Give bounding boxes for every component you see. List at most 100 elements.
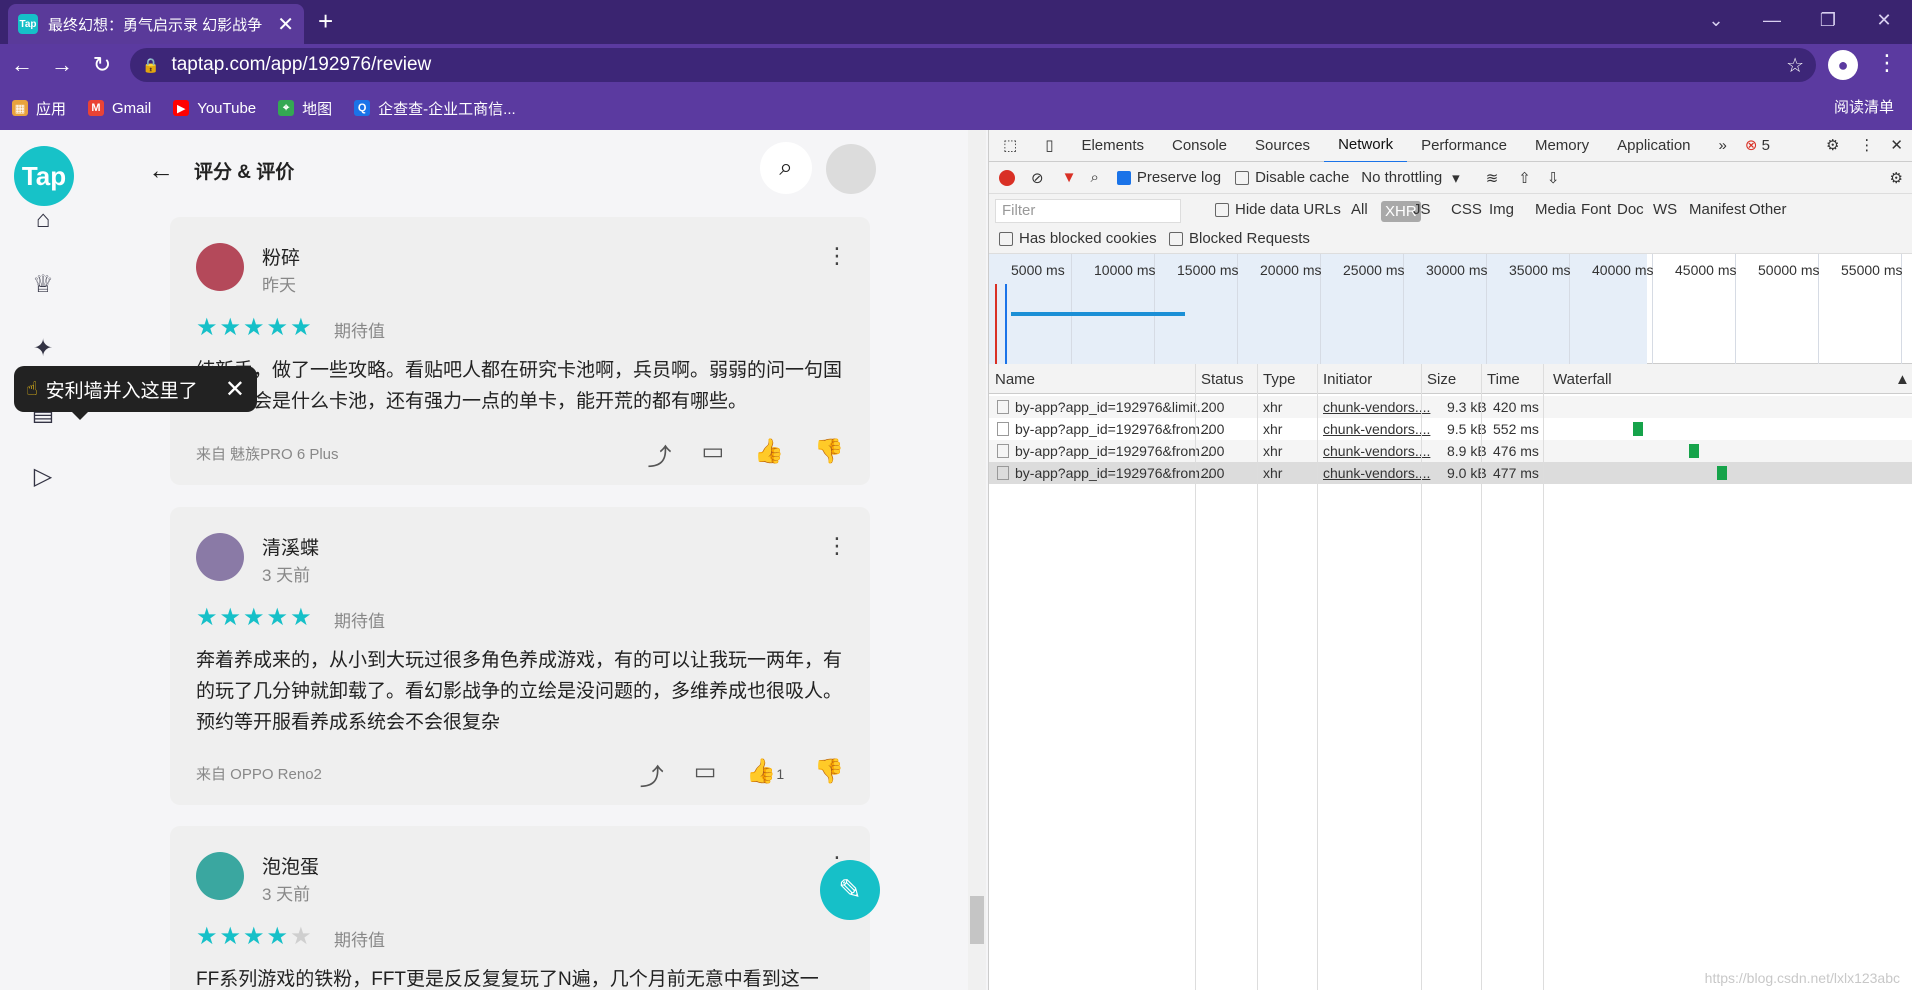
thumbs-down-icon[interactable]: 👎: [814, 757, 844, 792]
review-text[interactable]: 奔着养成来的，从小到大玩过很多角色养成游戏，有的可以让我玩一两年，有的玩了几分钟…: [196, 645, 852, 738]
filter-type-font[interactable]: Font: [1581, 201, 1611, 218]
error-badge[interactable]: ⊗ 5: [1741, 130, 1774, 162]
devtools-tab-application[interactable]: Application: [1603, 130, 1704, 162]
throttling-chevron-icon[interactable]: ▾: [1452, 169, 1460, 187]
taptap-logo[interactable]: Tap: [14, 146, 74, 206]
sort-asc-icon[interactable]: ▲: [1895, 371, 1910, 388]
filter-input[interactable]: Filter: [995, 199, 1181, 223]
request-row[interactable]: by-app?app_id=192976&from... 200 xhr chu…: [989, 418, 1912, 440]
page-scrollbar[interactable]: [968, 130, 986, 990]
request-row[interactable]: by-app?app_id=192976&from... 200 xhr chu…: [989, 440, 1912, 462]
tab-search-icon[interactable]: ⌄: [1688, 0, 1744, 40]
share-icon[interactable]: ⤴: [640, 757, 664, 792]
devtools-close-icon[interactable]: ✕: [1880, 130, 1912, 162]
request-initiator[interactable]: chunk-vendors....: [1323, 421, 1430, 437]
request-row[interactable]: by-app?app_id=192976&limit... 200 xhr ch…: [989, 396, 1912, 418]
request-initiator[interactable]: chunk-vendors....: [1323, 399, 1430, 415]
browser-tab[interactable]: Tap 最终幻想：勇气启示录 幻影战争 ✕: [8, 4, 304, 44]
bookmark-item[interactable]: ▦ 应用: [12, 98, 66, 119]
maximize-button[interactable]: ❐: [1800, 0, 1856, 40]
filter-type-manifest[interactable]: Manifest: [1689, 201, 1746, 218]
forward-icon[interactable]: →: [44, 52, 80, 78]
thumbs-up-icon[interactable]: 👍1: [746, 757, 784, 792]
share-icon[interactable]: ⤴: [648, 437, 672, 472]
devtools-tab-performance[interactable]: Performance: [1407, 130, 1521, 162]
filter-type-all[interactable]: All: [1351, 201, 1368, 218]
blocked-cookies-checkbox[interactable]: [999, 232, 1013, 247]
filter-type-ws[interactable]: WS: [1653, 201, 1677, 218]
filter-type-other[interactable]: Other: [1749, 201, 1787, 218]
inspect-icon[interactable]: ⬚: [989, 130, 1031, 162]
export-har-icon[interactable]: ⇩: [1547, 169, 1560, 187]
record-button[interactable]: [999, 169, 1015, 186]
column-status[interactable]: Status: [1201, 371, 1244, 388]
preserve-log-checkbox[interactable]: [1116, 170, 1131, 185]
column-size[interactable]: Size: [1427, 371, 1456, 388]
reload-icon[interactable]: ↻: [84, 52, 120, 78]
address-bar[interactable]: 🔒 taptap.com/app/192976/review ☆: [130, 48, 1816, 82]
profile-avatar-icon[interactable]: ●: [1828, 50, 1858, 80]
filter-icon[interactable]: ▼: [1062, 169, 1077, 186]
filter-type-doc[interactable]: Doc: [1617, 201, 1644, 218]
reviewer-name[interactable]: 清溪蝶: [262, 533, 319, 560]
devtools-menu-icon[interactable]: ⋮: [1853, 130, 1880, 162]
close-toast-icon[interactable]: ✕: [225, 375, 245, 404]
home-icon[interactable]: ⌂: [26, 206, 60, 240]
rocket-icon[interactable]: ✦: [26, 334, 60, 368]
video-icon[interactable]: ▷: [26, 462, 60, 496]
close-window-button[interactable]: ✕: [1856, 0, 1912, 40]
timeline-overview[interactable]: 5000 ms 10000 ms 15000 ms 20000 ms 25000 ms 3…: [989, 254, 1912, 364]
filter-type-js[interactable]: JS: [1413, 201, 1431, 218]
hide-data-urls-checkbox[interactable]: [1215, 203, 1229, 218]
request-row[interactable]: by-app?app_id=192976&from... 200 xhr chu…: [989, 462, 1912, 484]
bookmark-item[interactable]: M Gmail: [88, 100, 151, 117]
devtools-tab-memory[interactable]: Memory: [1521, 130, 1603, 162]
import-har-icon[interactable]: ⇧: [1518, 169, 1531, 187]
more-options-icon[interactable]: ⋮: [826, 243, 848, 269]
bookmark-star-icon[interactable]: ☆: [1786, 53, 1804, 78]
more-options-icon[interactable]: ⋮: [826, 533, 848, 559]
bookmark-item[interactable]: ⌖ 地图: [278, 98, 332, 119]
request-initiator[interactable]: chunk-vendors....: [1323, 443, 1430, 459]
back-arrow-icon[interactable]: ←: [148, 155, 174, 186]
thumbs-up-icon[interactable]: 👍: [754, 437, 784, 472]
network-conditions-icon[interactable]: ≋: [1486, 169, 1499, 187]
reviewer-name[interactable]: 泡泡蛋: [262, 852, 319, 879]
new-tab-button[interactable]: +: [318, 6, 333, 37]
browser-menu-icon[interactable]: ⋮: [1876, 50, 1898, 76]
review-text[interactable]: FF系列游戏的铁粉，FFT更是反反复复玩了N遍，几个月前无意中看到这一: [196, 964, 852, 990]
request-initiator[interactable]: chunk-vendors....: [1323, 465, 1430, 481]
review-text[interactable]: 纯新手，做了一些攻略。看贴吧人都在研究卡池啊，兵员啊。弱弱的问一句国服开服会是什…: [196, 355, 852, 417]
bookmark-item[interactable]: ▶ YouTube: [173, 100, 256, 117]
devtools-tab-elements[interactable]: Elements: [1067, 130, 1158, 162]
filter-type-css[interactable]: CSS: [1451, 201, 1482, 218]
filter-type-media[interactable]: Media: [1535, 201, 1576, 218]
reviewer-avatar[interactable]: [196, 852, 244, 900]
filter-type-img[interactable]: Img: [1489, 201, 1514, 218]
thumbs-down-icon[interactable]: 👎: [814, 437, 844, 472]
reviewer-avatar[interactable]: [196, 533, 244, 581]
column-waterfall[interactable]: Waterfall: [1553, 371, 1612, 388]
devtools-settings-icon[interactable]: ⚙: [1812, 130, 1853, 162]
bookmark-item[interactable]: Q 企查查-企业工商信...: [354, 98, 516, 119]
trophy-icon[interactable]: ♕: [26, 270, 60, 304]
search-button[interactable]: ⌕: [760, 142, 812, 194]
column-type[interactable]: Type: [1263, 371, 1296, 388]
disable-cache-checkbox[interactable]: [1235, 170, 1250, 185]
device-toolbar-icon[interactable]: ▯: [1031, 130, 1067, 162]
devtools-tab-console[interactable]: Console: [1158, 130, 1241, 162]
comment-icon[interactable]: ▭: [694, 757, 717, 792]
scrollbar-thumb[interactable]: [970, 896, 984, 944]
write-review-button[interactable]: ✎: [820, 860, 880, 920]
user-avatar[interactable]: [826, 144, 876, 194]
clear-icon[interactable]: ⊘: [1031, 169, 1044, 187]
reviewer-name[interactable]: 粉碎: [262, 243, 300, 270]
column-time[interactable]: Time: [1487, 371, 1520, 388]
close-tab-icon[interactable]: ✕: [277, 12, 294, 37]
reviewer-avatar[interactable]: [196, 243, 244, 291]
throttling-select[interactable]: No throttling: [1361, 169, 1442, 186]
devtools-tab-network[interactable]: Network: [1324, 129, 1408, 163]
column-name[interactable]: Name: [995, 371, 1035, 388]
search-network-icon[interactable]: ⌕: [1090, 169, 1098, 186]
devtools-tab-sources[interactable]: Sources: [1241, 130, 1324, 162]
